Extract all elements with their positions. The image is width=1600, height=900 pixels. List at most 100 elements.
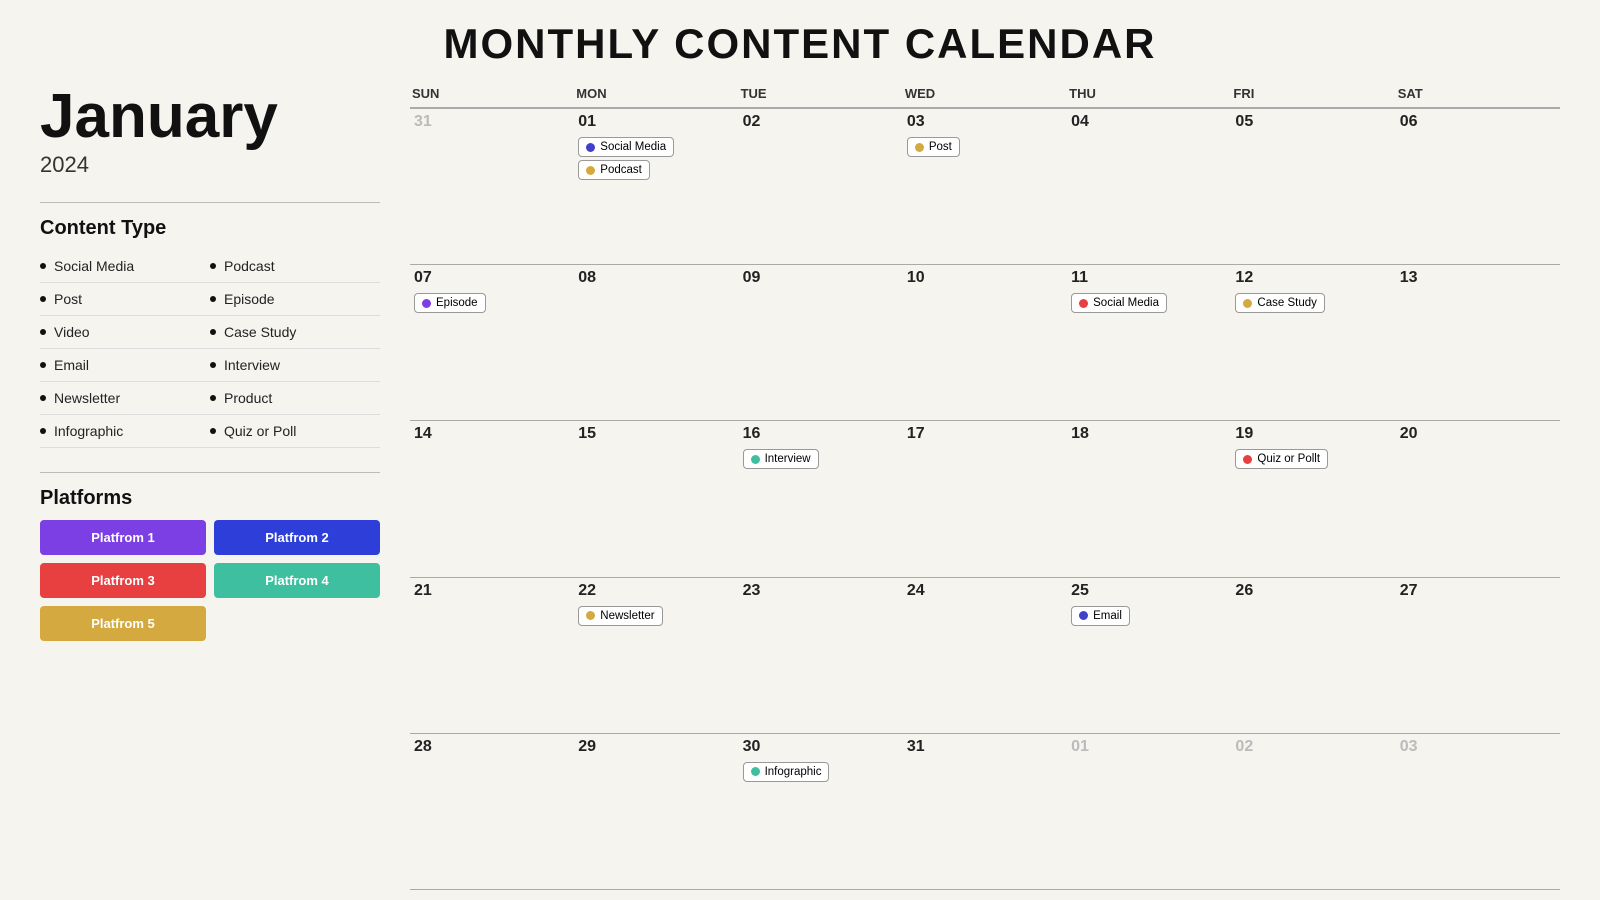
day-header-fri: FRI	[1231, 86, 1395, 109]
event-dot	[586, 166, 595, 175]
event-chip[interactable]: Post	[907, 137, 960, 157]
calendar-cell: 07 Episode	[410, 265, 574, 421]
calendar-cell: 31	[903, 734, 1067, 890]
cal-date-number: 16	[743, 425, 899, 443]
event-dot	[1079, 611, 1088, 620]
event-chip[interactable]: Infographic	[743, 762, 830, 782]
content-type-grid: Social MediaPostVideoEmailNewsletterInfo…	[40, 250, 380, 448]
calendar-cell: 21	[410, 578, 574, 734]
cal-date-number: 07	[414, 269, 570, 287]
cal-date-number: 18	[1071, 425, 1227, 443]
event-label: Interview	[765, 453, 811, 465]
event-dot	[751, 767, 760, 776]
event-label: Newsletter	[600, 610, 654, 622]
bullet	[40, 329, 46, 335]
cal-date-number: 12	[1235, 269, 1391, 287]
event-dot	[915, 143, 924, 152]
calendar-cell: 11 Social Media	[1067, 265, 1231, 421]
event-chip[interactable]: Social Media	[1071, 293, 1167, 313]
event-chip[interactable]: Email	[1071, 606, 1130, 626]
cal-date-number: 27	[1400, 582, 1556, 600]
calendar-cell: 26	[1231, 578, 1395, 734]
cal-date-number: 23	[743, 582, 899, 600]
event-label: Quiz or Pollt	[1257, 453, 1320, 465]
calendar-cell: 29	[574, 734, 738, 890]
bullet	[210, 395, 216, 401]
day-header-sat: SAT	[1396, 86, 1560, 109]
calendar-cell: 02	[739, 109, 903, 265]
day-header-mon: MON	[574, 86, 738, 109]
calendar-cell: 31	[410, 109, 574, 265]
bullet	[40, 395, 46, 401]
platform-3-button[interactable]: Platfrom 3	[40, 563, 206, 598]
cal-date-number: 20	[1400, 425, 1556, 443]
calendar-cell: 08	[574, 265, 738, 421]
cal-date-number: 01	[578, 113, 734, 131]
calendar-cell: 09	[739, 265, 903, 421]
calendar-cell: 01 Social Media Podcast	[574, 109, 738, 265]
calendar-cell: 12 Case Study	[1231, 265, 1395, 421]
cal-date-number: 05	[1235, 113, 1391, 131]
event-chip[interactable]: Social Media	[578, 137, 674, 157]
event-chip[interactable]: Case Study	[1235, 293, 1324, 313]
content-type-item: Product	[210, 382, 380, 415]
calendar-cell: 25Email	[1067, 578, 1231, 734]
bullet	[40, 428, 46, 434]
cal-date-number: 31	[414, 113, 570, 131]
event-dot	[1079, 299, 1088, 308]
platforms-section: Platforms Platfrom 1Platfrom 2Platfrom 3…	[40, 462, 380, 641]
calendar-cell: 17	[903, 421, 1067, 577]
cal-date-number: 30	[743, 738, 899, 756]
cal-date-number: 26	[1235, 582, 1391, 600]
event-dot	[586, 611, 595, 620]
event-chip[interactable]: Quiz or Pollt	[1235, 449, 1328, 469]
calendar-cell: 03	[1396, 734, 1560, 890]
cal-date-number: 01	[1071, 738, 1227, 756]
bullet	[210, 296, 216, 302]
event-chip[interactable]: Podcast	[578, 160, 650, 180]
cal-date-number: 11	[1071, 269, 1227, 287]
bullet	[210, 428, 216, 434]
platform-4-button[interactable]: Platfrom 4	[214, 563, 380, 598]
event-label: Infographic	[765, 766, 822, 778]
calendar-week-3: 141516Interview171819Quiz or Pollt20	[410, 421, 1560, 577]
content-type-item: Case Study	[210, 316, 380, 349]
cal-date-number: 08	[578, 269, 734, 287]
event-label: Social Media	[600, 141, 666, 153]
event-label: Post	[929, 141, 952, 153]
calendar-cell: 14	[410, 421, 574, 577]
cal-date-number: 06	[1400, 113, 1556, 131]
calendar-cell: 13	[1396, 265, 1560, 421]
cal-date-number: 22	[578, 582, 734, 600]
event-label: Podcast	[600, 164, 642, 176]
calendar-cell: 19Quiz or Pollt	[1231, 421, 1395, 577]
content-type-col2: PodcastEpisodeCase StudyInterviewProduct…	[210, 250, 380, 448]
platform-grid: Platfrom 1Platfrom 2Platfrom 3Platfrom 4…	[40, 520, 380, 641]
event-label: Case Study	[1257, 297, 1316, 309]
calendar-week-5: 282930Infographic31010203	[410, 734, 1560, 890]
content-type-item: Interview	[210, 349, 380, 382]
content-type-item: Episode	[210, 283, 380, 316]
day-header-wed: WED	[903, 86, 1067, 109]
bullet	[210, 329, 216, 335]
cal-date-number: 02	[1235, 738, 1391, 756]
event-chip[interactable]: Newsletter	[578, 606, 662, 626]
day-header-sun: SUN	[410, 86, 574, 109]
platform-1-button[interactable]: Platfrom 1	[40, 520, 206, 555]
platform-5-button[interactable]: Platfrom 5	[40, 606, 206, 641]
page-title: MONTHLY CONTENT CALENDAR	[443, 20, 1156, 68]
year-label: 2024	[40, 152, 380, 178]
cal-date-number: 03	[907, 113, 1063, 131]
calendar-header: SUNMONTUEWEDTHUFRISAT	[410, 86, 1560, 109]
calendar-cell: 27	[1396, 578, 1560, 734]
cal-date-number: 29	[578, 738, 734, 756]
content-type-col1: Social MediaPostVideoEmailNewsletterInfo…	[40, 250, 210, 448]
event-chip[interactable]: Episode	[414, 293, 486, 313]
platform-2-button[interactable]: Platfrom 2	[214, 520, 380, 555]
content-type-item: Video	[40, 316, 210, 349]
cal-date-number: 13	[1400, 269, 1556, 287]
cal-date-number: 14	[414, 425, 570, 443]
event-chip[interactable]: Interview	[743, 449, 819, 469]
content-type-heading: Content Type	[40, 217, 380, 240]
content-type-item: Newsletter	[40, 382, 210, 415]
